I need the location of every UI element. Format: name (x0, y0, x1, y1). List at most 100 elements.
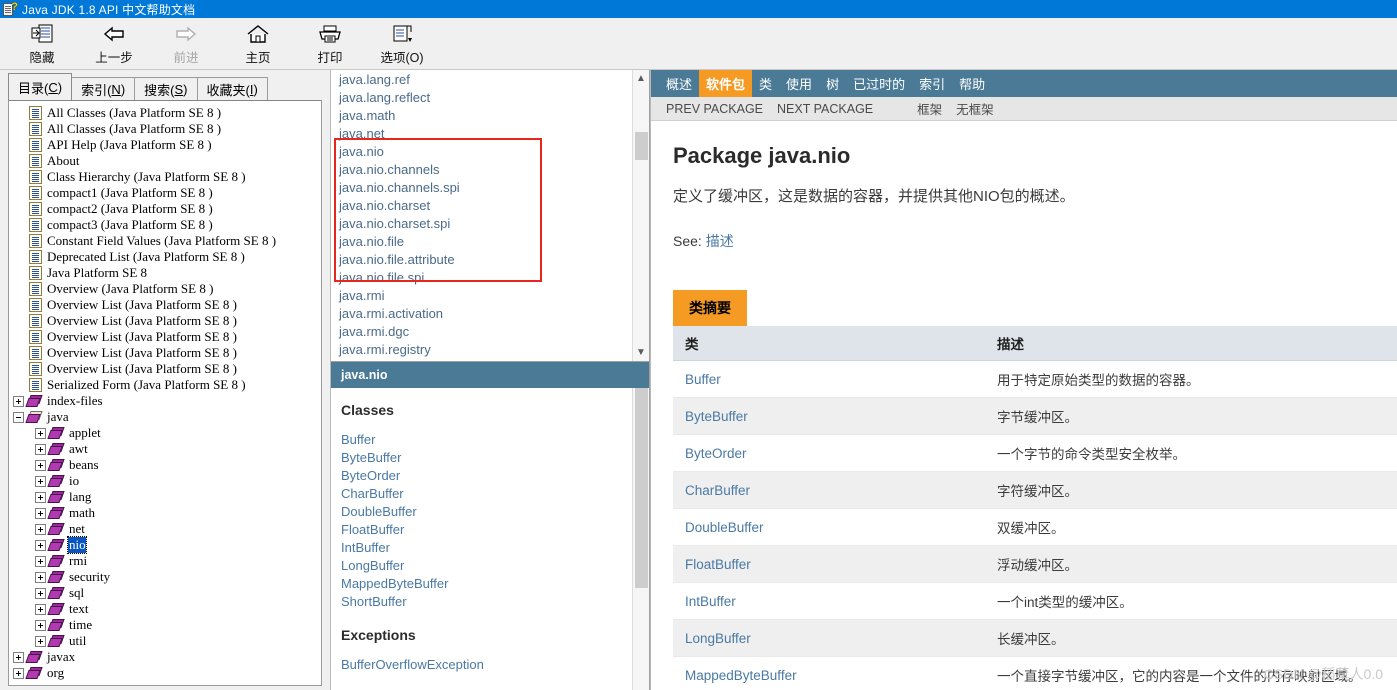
tree-item[interactable]: compact2 (Java Platform SE 8 ) (9, 201, 321, 217)
frame-scrollbar-track[interactable] (633, 388, 650, 690)
package-list-item[interactable]: java.nio.file (331, 233, 649, 251)
prev-package-link[interactable]: PREV PACKAGE (659, 102, 770, 116)
scroll-down-icon[interactable]: ▼ (633, 344, 650, 361)
package-list-item[interactable]: java.net (331, 125, 649, 143)
package-exception-link[interactable]: BufferOverflowException (341, 656, 649, 674)
doc-nav-tab-0[interactable]: 概述 (659, 70, 699, 97)
nav-tab-3[interactable]: 收藏夹(I) (196, 77, 268, 100)
package-list-item[interactable]: java.rmi.activation (331, 305, 649, 323)
tree-item[interactable]: Overview List (Java Platform SE 8 ) (9, 329, 321, 345)
package-list-item[interactable]: java.nio.charset.spi (331, 215, 649, 233)
package-list-item[interactable]: java.nio.channels.spi (331, 179, 649, 197)
tree-item[interactable]: index-files (9, 393, 321, 409)
tree-item[interactable]: Java Platform SE 8 (9, 265, 321, 281)
package-class-link[interactable]: CharBuffer (341, 485, 649, 503)
tree-item[interactable]: sql (9, 585, 321, 601)
frame-scrollbar-thumb[interactable] (634, 388, 648, 588)
tree-item[interactable]: lang (9, 489, 321, 505)
expand-icon[interactable] (35, 555, 46, 567)
no-frames-link[interactable]: 无框架 (949, 99, 1001, 118)
tree-item[interactable]: math (9, 505, 321, 521)
tree-item[interactable]: compact3 (Java Platform SE 8 ) (9, 217, 321, 233)
expand-icon[interactable] (13, 651, 24, 663)
class-link[interactable]: ByteBuffer (685, 409, 748, 424)
package-list-item[interactable]: java.nio.channels (331, 161, 649, 179)
tree-item[interactable]: Constant Field Values (Java Platform SE … (9, 233, 321, 249)
expand-icon[interactable] (35, 475, 46, 487)
package-class-link[interactable]: MappedByteBuffer (341, 575, 649, 593)
tree-item[interactable]: All Classes (Java Platform SE 8 ) (9, 105, 321, 121)
package-class-link[interactable]: LongBuffer (341, 557, 649, 575)
package-list-item[interactable]: java.lang.ref (331, 71, 649, 89)
package-list-item[interactable]: java.nio.file.spi (331, 269, 649, 287)
tree-item[interactable]: io (9, 473, 321, 489)
expand-icon[interactable] (35, 459, 46, 471)
scrollbar-track[interactable] (633, 87, 650, 344)
expand-icon[interactable] (35, 603, 46, 615)
tree-item[interactable]: About (9, 153, 321, 169)
package-class-link[interactable]: ShortBuffer (341, 593, 649, 611)
tree-item[interactable]: Overview List (Java Platform SE 8 ) (9, 361, 321, 377)
doc-nav-tab-2[interactable]: 类 (752, 70, 779, 97)
tree-item[interactable]: net (9, 521, 321, 537)
hide-pane-button[interactable]: 隐藏 (6, 18, 78, 68)
tree-item[interactable]: security (9, 569, 321, 585)
scrollbar-thumb[interactable] (634, 132, 648, 160)
tree-item[interactable]: org (9, 665, 321, 681)
expand-icon[interactable] (35, 635, 46, 647)
package-class-link[interactable]: FloatBuffer (341, 521, 649, 539)
doc-nav-tab-4[interactable]: 树 (819, 70, 846, 97)
class-link[interactable]: Buffer (685, 372, 721, 387)
tree-item[interactable]: time (9, 617, 321, 633)
print-button[interactable]: 打印 (294, 18, 366, 68)
package-list-item[interactable]: java.nio (331, 143, 649, 161)
tree-item[interactable]: Overview List (Java Platform SE 8 ) (9, 345, 321, 361)
package-list-frame[interactable]: java.lang.ref java.lang.reflect java.math j… (331, 70, 650, 362)
frames-link[interactable]: 框架 (910, 99, 949, 118)
class-link[interactable]: IntBuffer (685, 594, 736, 609)
tree-item[interactable]: nio (9, 536, 321, 554)
tree-item[interactable]: Deprecated List (Java Platform SE 8 ) (9, 249, 321, 265)
forward-button[interactable]: 前进 (150, 18, 222, 68)
class-link[interactable]: CharBuffer (685, 483, 750, 498)
doc-nav-tab-7[interactable]: 帮助 (952, 70, 992, 97)
package-class-link[interactable]: Buffer (341, 431, 649, 449)
tree-item[interactable]: java (9, 409, 321, 425)
class-link[interactable]: ByteOrder (685, 446, 747, 461)
package-list-item[interactable]: java.rmi (331, 287, 649, 305)
expand-icon[interactable] (35, 443, 46, 455)
next-package-link[interactable]: NEXT PACKAGE (770, 102, 880, 116)
expand-icon[interactable] (35, 587, 46, 599)
tree-item[interactable]: rmi (9, 553, 321, 569)
tree-item[interactable]: All Classes (Java Platform SE 8 ) (9, 121, 321, 137)
doc-nav-tab-5[interactable]: 已过时的 (846, 70, 912, 97)
package-class-links[interactable]: Buffer ByteBuffer ByteOrder CharBuffer Doubl… (341, 431, 649, 611)
options-button[interactable]: 选项(O) (366, 18, 438, 68)
see-description-link[interactable]: 描述 (706, 233, 734, 249)
tree-item[interactable]: Overview List (Java Platform SE 8 ) (9, 313, 321, 329)
tree-item[interactable]: util (9, 633, 321, 649)
tree-item[interactable]: applet (9, 425, 321, 441)
package-frame-scrollbar[interactable] (632, 388, 649, 690)
class-link[interactable]: LongBuffer (685, 631, 751, 646)
nav-tab-0[interactable]: 目录(C) (8, 73, 73, 100)
nav-tab-2[interactable]: 搜索(S) (134, 77, 198, 100)
package-list-item[interactable]: java.rmi.registry (331, 341, 649, 359)
home-button[interactable]: 主页 (222, 18, 294, 68)
tree-item[interactable]: Serialized Form (Java Platform SE 8 ) (9, 377, 321, 393)
package-class-link[interactable]: DoubleBuffer (341, 503, 649, 521)
tree-item[interactable]: Overview (Java Platform SE 8 ) (9, 281, 321, 297)
tree-item[interactable]: javax (9, 649, 321, 665)
nav-tab-1[interactable]: 索引(N) (71, 77, 136, 100)
expand-icon[interactable] (35, 523, 46, 535)
tree-item[interactable]: Overview List (Java Platform SE 8 ) (9, 297, 321, 313)
class-link[interactable]: MappedByteBuffer (685, 668, 797, 683)
expand-icon[interactable] (35, 619, 46, 631)
expand-icon[interactable] (35, 571, 46, 583)
class-link[interactable]: DoubleBuffer (685, 520, 764, 535)
back-button[interactable]: 上一步 (78, 18, 150, 68)
package-class-link[interactable]: ByteBuffer (341, 449, 649, 467)
tree-item[interactable]: text (9, 601, 321, 617)
package-list-scrollbar[interactable]: ▲ ▼ (632, 70, 649, 361)
expand-icon[interactable] (35, 427, 46, 439)
